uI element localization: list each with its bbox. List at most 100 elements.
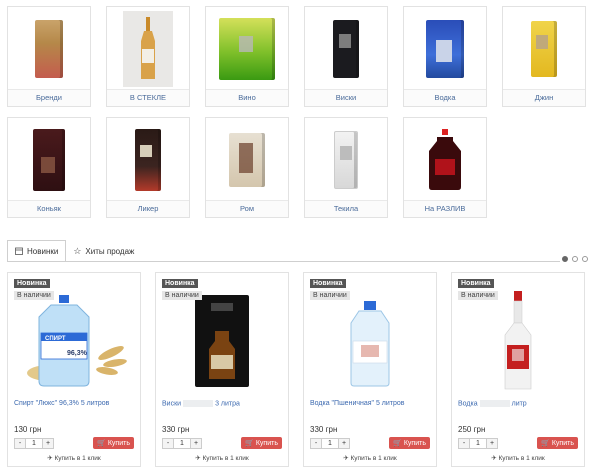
buy-button[interactable]: 🛒 Купить — [389, 437, 430, 449]
one-click-label: Купить в 1 клик — [202, 455, 249, 462]
category-label: На РАЗЛИВ — [404, 200, 486, 217]
product-name[interactable]: Водка литр — [458, 400, 580, 407]
cart-icon: ✈ — [195, 455, 201, 462]
one-click-label: Купить в 1 клик — [498, 455, 545, 462]
product-name-end: 3 литра — [215, 400, 240, 408]
quantity-input[interactable]: 1 — [469, 439, 487, 448]
new-badge: Новинка — [458, 279, 494, 288]
product-card[interactable]: СПИРТ 96,3% Новинка В наличии Спирт "Люк… — [7, 272, 141, 467]
tab-new-label: Новинки — [27, 246, 59, 256]
plus-button[interactable]: + — [43, 439, 53, 448]
buy-label: Купить — [255, 439, 278, 447]
product-price: 330 грн — [162, 425, 190, 434]
carousel-dots — [562, 256, 588, 262]
tab-hits[interactable]: ☆ Хиты продаж — [66, 240, 141, 262]
one-click-buy-link[interactable]: ✈ Купить в 1 клик — [156, 454, 288, 462]
new-badge: Новинка — [14, 279, 50, 288]
category-card-vodka[interactable]: Водка — [403, 6, 487, 107]
quantity-stepper[interactable]: - 1 + — [310, 438, 350, 449]
buy-button[interactable]: 🛒 Купить — [241, 437, 282, 449]
category-row-1: Бренди В СТЕКЛЕ Вино Виски Водка Джин — [7, 6, 586, 107]
minus-button[interactable]: - — [311, 439, 321, 448]
product-card[interactable]: Новинка В наличии Водка "Пшеничная" 5 ли… — [303, 272, 437, 467]
quantity-input[interactable]: 1 — [321, 439, 339, 448]
category-label: Коньяк — [8, 200, 90, 217]
product-name-end: литр — [511, 400, 527, 408]
quantity-stepper[interactable]: - 1 + — [14, 438, 54, 449]
vodka-box-image — [404, 7, 486, 91]
quantity-input[interactable]: 1 — [173, 439, 191, 448]
new-badge: Новинка — [310, 279, 346, 288]
cart-icon: ✈ — [343, 455, 349, 462]
wine-box-image — [206, 7, 288, 91]
product-name-start: Виски — [162, 400, 182, 408]
minus-button[interactable]: - — [15, 439, 25, 448]
minus-button[interactable]: - — [163, 439, 173, 448]
product-tabs: Новинки ☆ Хиты продаж — [7, 240, 141, 262]
category-card-glass[interactable]: В СТЕКЛЕ — [106, 6, 190, 107]
category-card-liqueur[interactable]: Ликер — [106, 117, 190, 218]
category-card-whisky[interactable]: Виски — [304, 6, 388, 107]
cart-icon: ✈ — [491, 455, 497, 462]
quantity-stepper[interactable]: - 1 + — [458, 438, 498, 449]
plus-button[interactable]: + — [487, 439, 497, 448]
bottle-label-percent: 96,3% — [67, 350, 88, 357]
tab-new[interactable]: Новинки — [7, 240, 67, 262]
one-click-label: Купить в 1 клик — [350, 455, 397, 462]
product-name[interactable]: Водка "Пшеничная" 5 литров — [310, 400, 432, 407]
carousel-dot-2[interactable] — [572, 256, 578, 262]
category-card-rum[interactable]: Ром — [205, 117, 289, 218]
carousel-dot-1[interactable] — [562, 256, 568, 262]
plus-button[interactable]: + — [191, 439, 201, 448]
category-label: Виски — [305, 89, 387, 106]
one-click-buy-link[interactable]: ✈ Купить в 1 клик — [304, 454, 436, 462]
tequila-box-image — [305, 118, 387, 202]
category-label: Ром — [206, 200, 288, 217]
redacted-text — [183, 400, 214, 407]
glass-bottle-image — [107, 7, 189, 91]
plus-button[interactable]: + — [339, 439, 349, 448]
calendar-icon — [15, 247, 23, 255]
cognac-box-image — [8, 118, 90, 202]
draft-canister-image — [404, 118, 486, 202]
product-image — [452, 285, 584, 397]
buy-button[interactable]: 🛒 Купить — [537, 437, 578, 449]
one-click-buy-link[interactable]: ✈ Купить в 1 клик — [452, 454, 584, 462]
cart-icon: 🛒 — [393, 440, 402, 447]
minus-button[interactable]: - — [459, 439, 469, 448]
category-card-wine[interactable]: Вино — [205, 6, 289, 107]
product-image: СПИРТ 96,3% — [8, 285, 140, 397]
buy-label: Купить — [403, 439, 426, 447]
tab-hits-label: Хиты продаж — [85, 246, 135, 256]
product-image — [156, 285, 288, 397]
category-card-draft[interactable]: На РАЗЛИВ — [403, 117, 487, 218]
product-card[interactable]: Новинка В наличии Виски 3 литра 330 грн -… — [155, 272, 289, 467]
category-label: В СТЕКЛЕ — [107, 89, 189, 106]
redacted-text — [479, 400, 510, 407]
quantity-stepper[interactable]: - 1 + — [162, 438, 202, 449]
category-label: Текила — [305, 200, 387, 217]
category-card-gin[interactable]: Джин — [502, 6, 586, 107]
category-label: Водка — [404, 89, 486, 106]
cart-icon: 🛒 — [245, 440, 254, 447]
product-image — [304, 285, 436, 397]
category-card-brandy[interactable]: Бренди — [7, 6, 91, 107]
category-card-tequila[interactable]: Текила — [304, 117, 388, 218]
category-label: Бренди — [8, 89, 90, 106]
product-price: 330 грн — [310, 425, 338, 434]
rum-box-image — [206, 118, 288, 202]
buy-label: Купить — [107, 439, 130, 447]
category-card-cognac[interactable]: Коньяк — [7, 117, 91, 218]
one-click-buy-link[interactable]: ✈ Купить в 1 клик — [8, 454, 140, 462]
carousel-dot-3[interactable] — [582, 256, 588, 262]
whisky-box-image — [305, 7, 387, 91]
category-label: Вино — [206, 89, 288, 106]
product-name[interactable]: Спирт "Люкс" 96,3% 5 литров — [14, 400, 136, 407]
stock-badge: В наличии — [162, 291, 202, 300]
buy-button[interactable]: 🛒 Купить — [93, 437, 134, 449]
stock-badge: В наличии — [310, 291, 350, 300]
bottle-label-text: СПИРТ — [45, 336, 66, 342]
product-card[interactable]: Новинка В наличии Водка литр 250 грн - 1 … — [451, 272, 585, 467]
product-name[interactable]: Виски 3 литра — [162, 400, 284, 407]
quantity-input[interactable]: 1 — [25, 439, 43, 448]
